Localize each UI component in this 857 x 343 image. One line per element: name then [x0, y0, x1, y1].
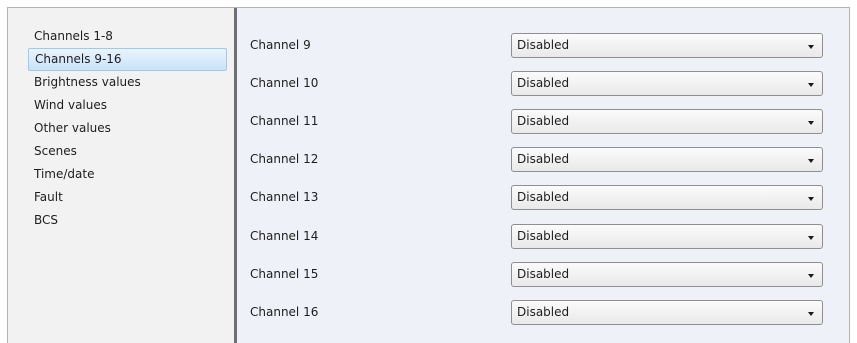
select-value: Disabled	[517, 38, 570, 52]
channel-label: Channel 13	[250, 190, 319, 204]
channel-11-select[interactable]: Disabled	[511, 109, 823, 134]
channel-label: Channel 15	[250, 267, 319, 281]
select-value: Disabled	[517, 229, 570, 243]
sidebar-item-channels-9-16[interactable]: Channels 9-16	[28, 48, 227, 71]
chevron-down-icon	[808, 121, 814, 125]
select-value: Disabled	[517, 190, 570, 204]
parameter-window: Channels 1-8 Channels 9-16 Brightness va…	[7, 7, 850, 343]
select-value: Disabled	[517, 114, 570, 128]
channel-label: Channel 11	[250, 114, 319, 128]
parameter-panel: Channel 9 Disabled Channel 10 Disabled C…	[237, 8, 849, 343]
select-value: Disabled	[517, 152, 570, 166]
channel-label: Channel 9	[250, 38, 311, 52]
select-value: Disabled	[517, 267, 570, 281]
chevron-down-icon	[808, 45, 814, 49]
channel-row: Channel 11 Disabled	[237, 109, 849, 134]
channel-15-select[interactable]: Disabled	[511, 262, 823, 287]
sidebar-item-bcs[interactable]: BCS	[28, 209, 227, 232]
chevron-down-icon	[808, 83, 814, 87]
channel-row: Channel 12 Disabled	[237, 147, 849, 172]
sidebar-item-wind-values[interactable]: Wind values	[28, 94, 227, 117]
sidebar-item-time-date[interactable]: Time/date	[28, 163, 227, 186]
sidebar-item-fault[interactable]: Fault	[28, 186, 227, 209]
sidebar-item-brightness-values[interactable]: Brightness values	[28, 71, 227, 94]
sidebar-item-channels-1-8[interactable]: Channels 1-8	[28, 25, 227, 48]
channel-16-select[interactable]: Disabled	[511, 300, 823, 325]
channel-row: Channel 9 Disabled	[237, 33, 849, 58]
channel-13-select[interactable]: Disabled	[511, 185, 823, 210]
channel-row: Channel 13 Disabled	[237, 185, 849, 210]
channel-row: Channel 15 Disabled	[237, 262, 849, 287]
sidebar: Channels 1-8 Channels 9-16 Brightness va…	[8, 8, 234, 343]
channel-9-select[interactable]: Disabled	[511, 33, 823, 58]
chevron-down-icon	[808, 236, 814, 240]
chevron-down-icon	[808, 159, 814, 163]
channel-label: Channel 14	[250, 229, 319, 243]
sidebar-item-scenes[interactable]: Scenes	[28, 140, 227, 163]
channel-label: Channel 10	[250, 76, 319, 90]
channel-label: Channel 16	[250, 305, 319, 319]
channel-12-select[interactable]: Disabled	[511, 147, 823, 172]
channel-row: Channel 14 Disabled	[237, 224, 849, 249]
channel-14-select[interactable]: Disabled	[511, 224, 823, 249]
select-value: Disabled	[517, 305, 570, 319]
channel-row: Channel 10 Disabled	[237, 71, 849, 96]
chevron-down-icon	[808, 274, 814, 278]
sidebar-item-other-values[interactable]: Other values	[28, 117, 227, 140]
channel-label: Channel 12	[250, 152, 319, 166]
channel-row: Channel 16 Disabled	[237, 300, 849, 325]
select-value: Disabled	[517, 76, 570, 90]
chevron-down-icon	[808, 197, 814, 201]
chevron-down-icon	[808, 312, 814, 316]
sidebar-nav: Channels 1-8 Channels 9-16 Brightness va…	[8, 8, 234, 232]
channel-10-select[interactable]: Disabled	[511, 71, 823, 96]
